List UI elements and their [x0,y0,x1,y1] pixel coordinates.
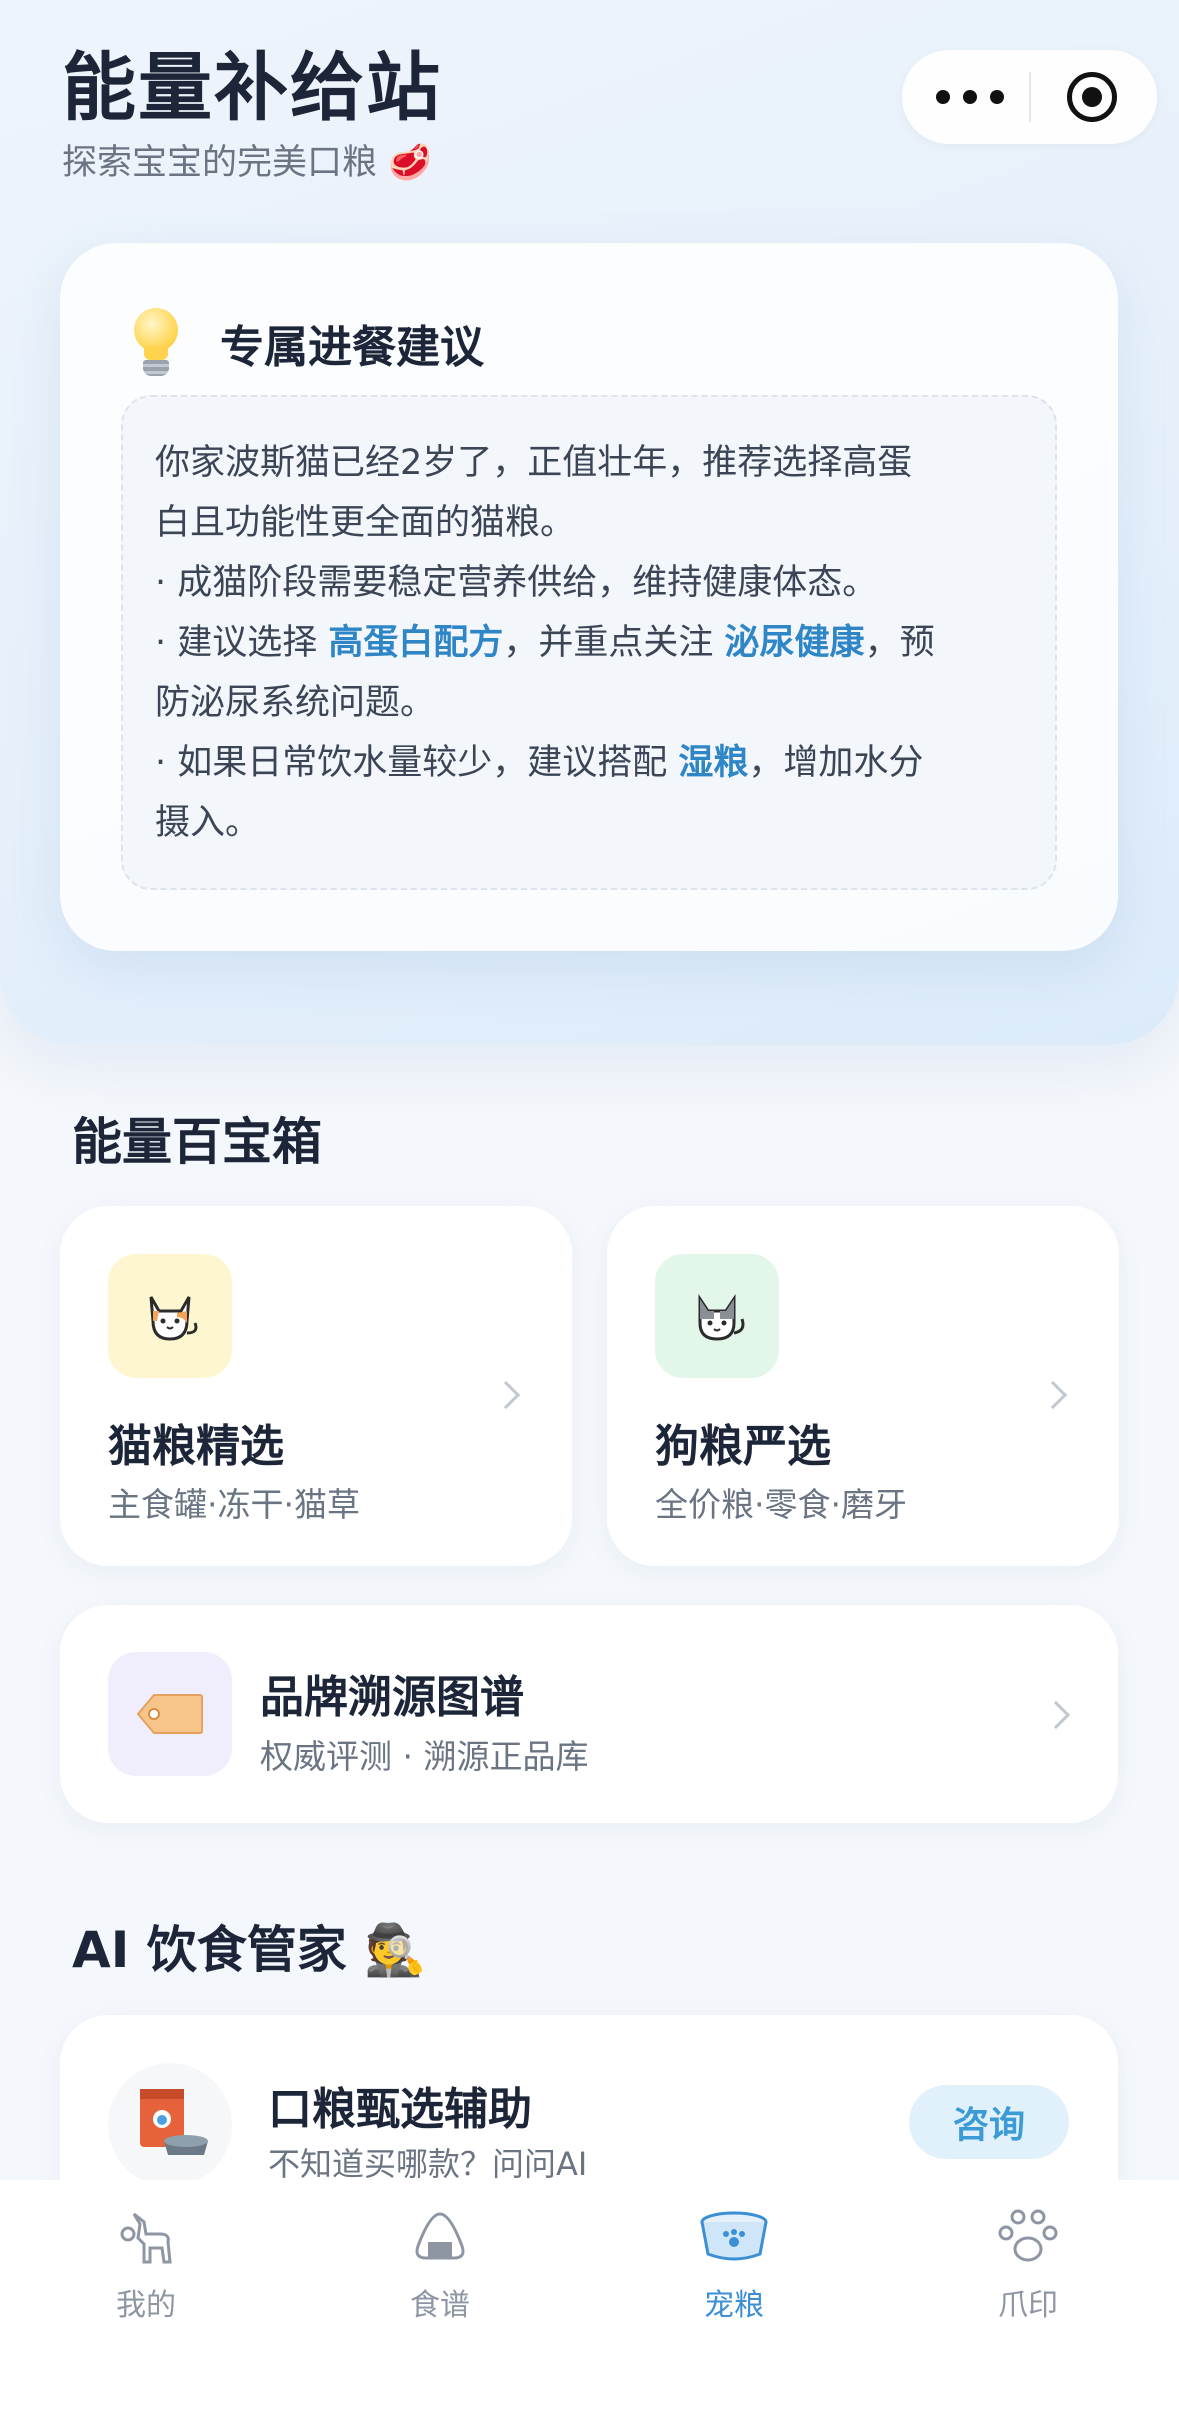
tab-paw[interactable]: 爪印 [922,2180,1122,2380]
tab-mine-label: 我的 [116,2288,176,2323]
ai-card-title: 口粮甄选辅助 [268,2084,532,2135]
cat-food-card[interactable]: 猫粮精选 主食罐·冻干·猫草 [60,1206,572,1566]
mini-program-capsule [902,50,1157,144]
pet-profile-icon [110,2200,182,2272]
advice-text-box: 你家波斯猫已经2岁了，正值壮年，推荐选择高蛋 白且功能性更全面的猫粮。 · 成猫… [121,395,1057,890]
brand-trace-title: 品牌溯源图谱 [260,1672,524,1723]
dog-food-subtitle: 全价粮·零食·磨牙 [655,1485,907,1524]
advice-bullet-3: · 如果日常饮水量较少，建议搭配 湿粮，增加水分 [155,743,924,783]
highlight-high-protein: 高蛋白配方 [328,623,504,663]
paw-print-icon [992,2200,1064,2272]
tab-recipes-label: 食谱 [410,2288,470,2323]
rice-ball-icon [404,2200,476,2272]
toolbox-section-title: 能量百宝箱 [72,1113,322,1171]
tab-pet-food-label: 宠粮 [704,2288,764,2323]
highlight-wet-food: 湿粮 [678,743,749,783]
highlight-urinary-health: 泌尿健康 [724,623,865,663]
brand-trace-card[interactable]: 品牌溯源图谱 权威评测 · 溯源正品库 [60,1605,1118,1823]
consult-button[interactable]: 咨询 [909,2085,1069,2159]
tab-paw-label: 爪印 [998,2288,1058,2323]
cat-icon [108,1254,232,1378]
advice-bullet-2: · 建议选择 高蛋白配方，并重点关注 泌尿健康，预 [155,623,935,663]
advice-bullet-1: · 成猫阶段需要稳定营养供给，维持健康体态。 [155,563,878,603]
page-title: 能量补给站 [62,45,442,131]
tab-mine[interactable]: 我的 [40,2180,240,2380]
tab-pet-food[interactable]: 宠粮 [628,2180,828,2380]
tab-recipes[interactable]: 食谱 [334,2180,534,2380]
dog-icon [655,1254,779,1378]
advice-intro-line2: 白且功能性更全面的猫粮。 [155,503,576,543]
advice-bullet-3-cont: 摄入。 [155,803,261,843]
pet-food-bag-icon [108,2063,232,2187]
pet-bowl-icon [698,2200,770,2272]
bottom-tab-bar: 我的 食谱 宠粮 爪印 [0,2180,1179,2426]
advice-header: 专属进餐建议 [128,303,484,383]
cat-food-title: 猫粮精选 [108,1421,284,1472]
lightbulb-icon [128,308,184,378]
advice-card: 专属进餐建议 你家波斯猫已经2岁了，正值壮年，推荐选择高蛋 白且功能性更全面的猫… [60,243,1118,951]
ai-card-subtitle: 不知道买哪款？问问AI [268,2145,588,2183]
brand-trace-subtitle: 权威评测 · 溯源正品库 [260,1737,589,1776]
tag-icon [108,1652,232,1776]
dog-food-title: 狗粮严选 [655,1421,831,1472]
dog-food-card[interactable]: 狗粮严选 全价粮·零食·磨牙 [607,1206,1119,1566]
chevron-right-icon [491,1380,521,1410]
target-circle-icon[interactable] [1067,72,1117,122]
advice-intro-line1: 你家波斯猫已经2岁了，正值壮年，推荐选择高蛋 [155,443,913,483]
advice-title: 专属进餐建议 [220,322,484,373]
advice-bullet-2-cont: 防泌尿系统问题。 [155,683,436,723]
page-subtitle: 探索宝宝的完美口粮 🥩 [62,143,432,183]
ai-section-title: AI 饮食管家 🕵️ [72,1921,427,1979]
capsule-divider [1029,72,1031,122]
cat-food-subtitle: 主食罐·冻干·猫草 [108,1485,360,1524]
more-dots-icon[interactable] [936,77,1004,117]
chevron-right-icon [1041,1700,1071,1730]
